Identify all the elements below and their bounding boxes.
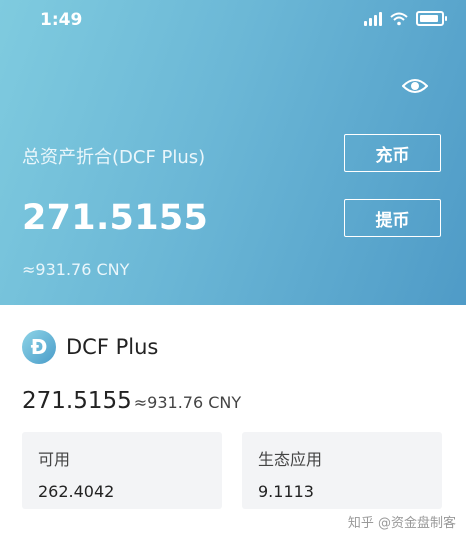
signal-icon <box>364 11 382 26</box>
coin-name: DCF Plus <box>66 335 159 359</box>
total-assets-cny: ≈931.76 CNY <box>22 260 130 279</box>
coin-logo-icon: Đ <box>22 330 56 364</box>
eye-icon[interactable] <box>402 77 428 95</box>
status-time: 1:49 <box>40 10 83 30</box>
battery-icon <box>416 11 447 26</box>
coin-balance: 271.5155 ≈931.76 CNY <box>22 388 241 414</box>
ecosystem-value: 9.1113 <box>258 482 314 501</box>
total-assets-amount: 271.5155 <box>22 198 209 238</box>
total-assets-label: 总资产折合(DCF Plus) <box>22 147 206 168</box>
ecosystem-label: 生态应用 <box>258 450 323 469</box>
coin-amount-cny: ≈931.76 CNY <box>133 393 242 412</box>
watermark: 知乎 @资金盘制客 <box>347 516 456 531</box>
withdraw-button[interactable]: 提币 <box>344 199 441 237</box>
coin-amount: 271.5155 <box>22 388 132 414</box>
ecosystem-balance-card: 生态应用 9.1113 <box>242 432 442 509</box>
available-label: 可用 <box>38 450 71 469</box>
wallet-header: 1:49 总资产折合(DCF Plus) 271.5155 ≈931.76 CN… <box>0 0 466 305</box>
coin-header: Đ DCF Plus <box>22 330 158 364</box>
wifi-icon <box>390 12 408 25</box>
status-icons <box>364 11 447 26</box>
deposit-button[interactable]: 充币 <box>344 134 441 172</box>
available-balance-card: 可用 262.4042 <box>22 432 222 509</box>
available-value: 262.4042 <box>38 482 115 501</box>
